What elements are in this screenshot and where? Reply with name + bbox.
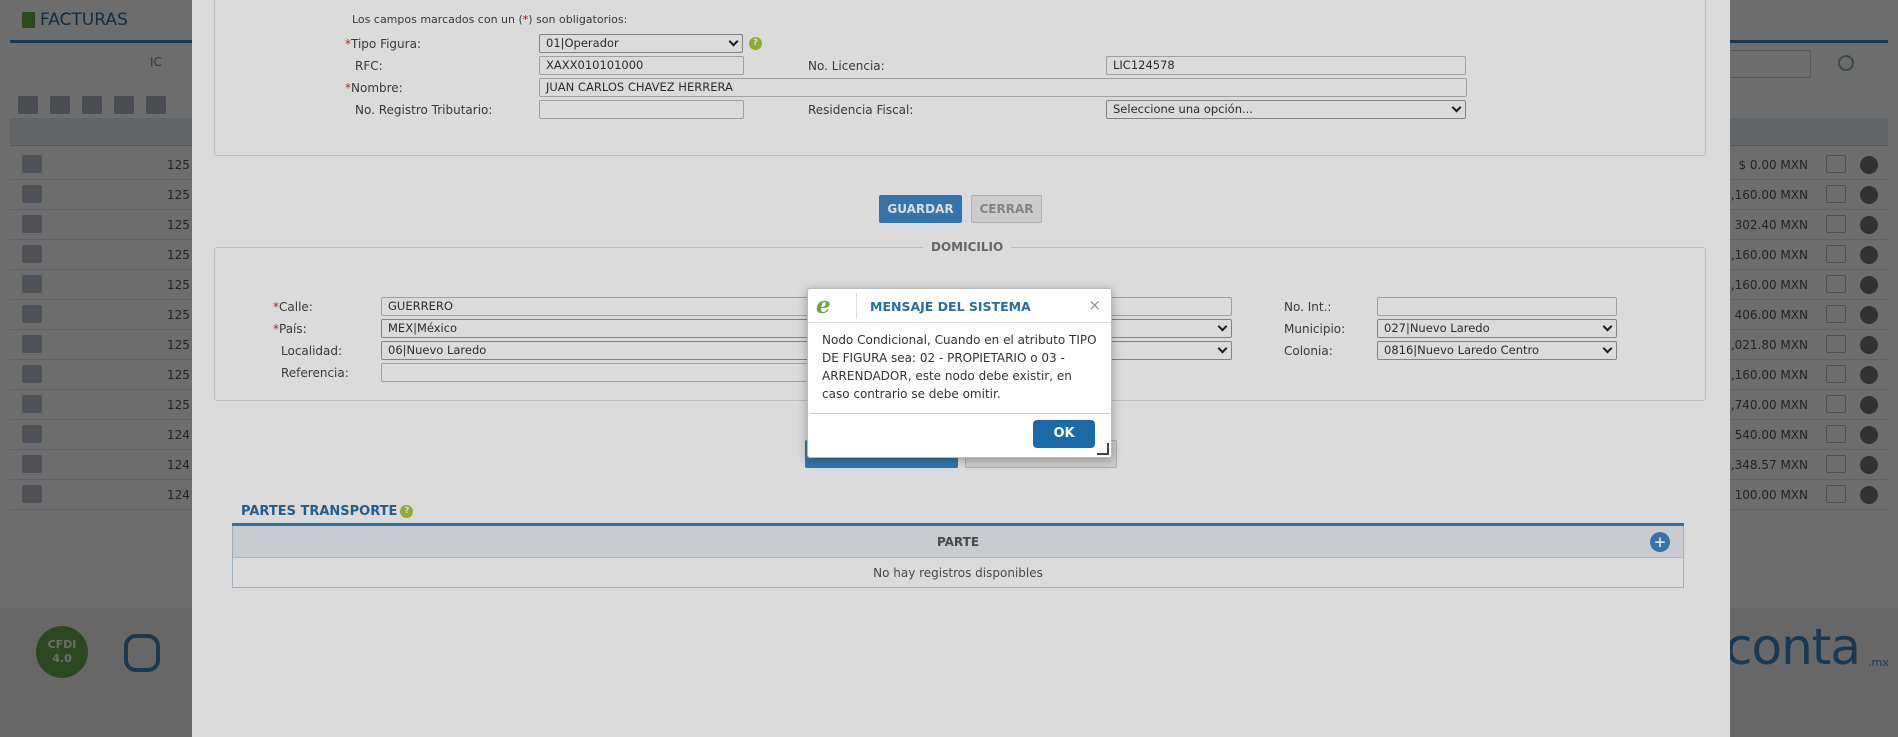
dialog-divider	[810, 413, 1110, 414]
dialog-header: e MENSAJE DEL SISTEMA ×	[808, 289, 1111, 323]
header-divider	[856, 293, 857, 319]
dialog-message: Nodo Condicional, Cuando en el atributo …	[822, 333, 1097, 401]
system-message-dialog: e MENSAJE DEL SISTEMA × Nodo Condicional…	[807, 288, 1112, 458]
close-icon[interactable]: ×	[1088, 296, 1101, 314]
dialog-title: MENSAJE DEL SISTEMA	[870, 299, 1031, 314]
ok-button[interactable]: OK	[1033, 420, 1095, 448]
resize-grip-icon[interactable]	[1097, 443, 1109, 455]
brand-logo-icon: e	[816, 292, 831, 319]
